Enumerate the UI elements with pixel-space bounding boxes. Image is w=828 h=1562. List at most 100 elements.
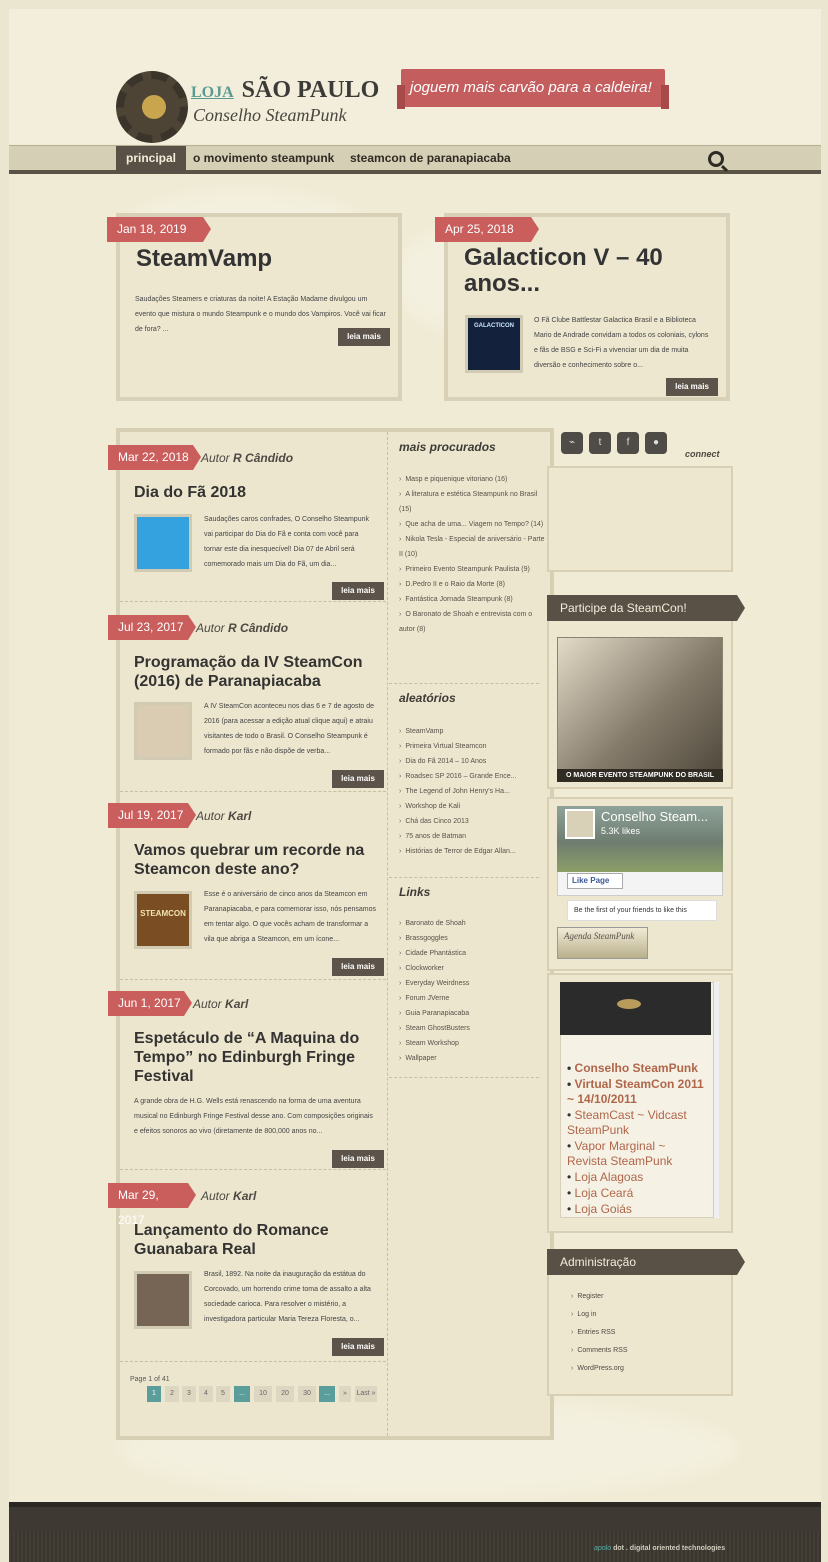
author-name[interactable]: Karl <box>225 997 248 1011</box>
admin-link[interactable]: Comments RSS <box>571 1342 627 1360</box>
facebook-page-name[interactable]: Conselho Steam... <box>601 809 708 824</box>
author-name[interactable]: Karl <box>228 809 251 823</box>
gear-logo-icon[interactable] <box>116 71 188 143</box>
list-item[interactable]: The Legend of John Henry's Ha... <box>399 784 547 799</box>
steamcon-ad-image[interactable] <box>557 637 723 781</box>
list-item[interactable]: Brassgoggles <box>399 931 547 946</box>
search-icon[interactable] <box>708 151 724 167</box>
random-posts-list: SteamVamp Primeira Virtual Steamcon Dia … <box>399 724 547 859</box>
page-ellipsis: ... <box>234 1386 250 1402</box>
embedded-link[interactable]: SteamCast ~ Vidcast SteamPunk <box>567 1108 707 1138</box>
page-last-link[interactable]: Last » <box>355 1386 377 1402</box>
flickr-icon[interactable]: ● <box>645 432 667 454</box>
twitter-icon[interactable]: t <box>589 432 611 454</box>
list-item[interactable]: Cidade Phantástica <box>399 946 547 961</box>
feature-title[interactable]: Galacticon V – 40 anos... <box>464 245 714 297</box>
post-thumbnail[interactable]: STEAMCON <box>134 891 192 949</box>
feature-date: Jan 18, 2019 <box>107 217 211 242</box>
post-title[interactable]: Vamos quebrar um recorde na Steamcon des… <box>134 841 374 879</box>
author-prefix: Autor <box>201 1189 230 1203</box>
page-link-4[interactable]: 4 <box>199 1386 213 1402</box>
page-link-20[interactable]: 20 <box>276 1386 294 1402</box>
read-more-button[interactable]: leia mais <box>338 328 390 346</box>
read-more-button[interactable]: leia mais <box>332 1150 384 1168</box>
nav-item-principal[interactable]: principal <box>116 146 187 171</box>
main-navigation: principal o movimento steampunk steamcon… <box>9 145 821 174</box>
feature-thumbnail[interactable]: GALACTICON <box>465 315 523 373</box>
nav-item-steamcon-paranapiacaba[interactable]: steamcon de paranapiacaba <box>350 146 511 171</box>
page-link-30[interactable]: 30 <box>298 1386 316 1402</box>
rss-icon[interactable]: ⌁ <box>561 432 583 454</box>
embedded-scrollbar[interactable] <box>713 982 719 1218</box>
post-title[interactable]: Dia do Fã 2018 <box>134 483 374 502</box>
list-item[interactable]: Clockworker <box>399 961 547 976</box>
list-item[interactable]: Baronato de Shoah <box>399 916 547 931</box>
post-thumbnail[interactable] <box>134 514 192 572</box>
read-more-button[interactable]: leia mais <box>332 770 384 788</box>
list-item[interactable]: Chá das Cinco 2013 <box>399 814 547 829</box>
admin-link[interactable]: Register <box>571 1288 628 1306</box>
footer-brand[interactable]: apolo <box>594 1545 611 1552</box>
post-title[interactable]: Espetáculo de “A Maquina do Tempo” no Ed… <box>134 1029 379 1086</box>
feature-title[interactable]: SteamVamp <box>136 245 272 273</box>
list-item[interactable]: Primeira Virtual Steamcon <box>399 739 547 754</box>
read-more-button[interactable]: leia mais <box>332 958 384 976</box>
embedded-link[interactable]: Conselho SteamPunk <box>567 1061 707 1076</box>
list-item[interactable]: Fantástica Jornada Steampunk (8) <box>399 592 547 607</box>
list-item[interactable]: Histórias de Terror de Edgar Allan... <box>399 844 547 859</box>
steamcon-ad-footer: O MAIOR EVENTO STEAMPUNK DO BRASIL <box>557 769 723 782</box>
author-name[interactable]: Karl <box>233 1189 256 1203</box>
like-page-button[interactable]: Like Page <box>567 873 623 889</box>
post-excerpt: Brasil, 1892. Na noite da inauguração da… <box>204 1271 371 1323</box>
list-item[interactable]: Workshop de Kali <box>399 799 547 814</box>
list-item[interactable]: Steam Workshop <box>399 1036 547 1051</box>
site-logo[interactable]: LOJA SÃO PAULO <box>191 77 379 104</box>
list-item[interactable]: Everyday Weirdness <box>399 976 547 991</box>
embedded-link[interactable]: Virtual SteamCon 2011 ~ 14/10/2011 <box>567 1077 707 1107</box>
list-item[interactable]: Dia do Fã 2014 – 10 Anos <box>399 754 547 769</box>
list-item[interactable]: Masp e piquenique vitoriano (16) <box>399 472 547 487</box>
embedded-link[interactable]: Loja Goiás <box>567 1202 707 1217</box>
facebook-avatar[interactable] <box>565 809 595 839</box>
list-item[interactable]: Forum JVerne <box>399 991 547 1006</box>
list-item[interactable]: 75 anos de Batman <box>399 829 547 844</box>
read-more-button[interactable]: leia mais <box>666 378 718 396</box>
nav-item-movimento-steampunk[interactable]: o movimento steampunk <box>193 146 334 171</box>
list-item[interactable]: D.Pedro II e o Raio da Morte (8) <box>399 577 547 592</box>
author-name[interactable]: R Cândido <box>228 621 288 635</box>
featured-post: Apr 25, 2018 Galacticon V – 40 anos... G… <box>435 213 730 401</box>
page-link-5[interactable]: 5 <box>216 1386 230 1402</box>
embedded-link[interactable]: Loja Ceará <box>567 1186 707 1201</box>
author-name[interactable]: R Cândido <box>233 451 293 465</box>
page-next-link[interactable]: » <box>339 1386 351 1402</box>
list-item[interactable]: O Baronato de Shoah e entrevista com o a… <box>399 607 547 637</box>
page-link-3[interactable]: 3 <box>182 1386 196 1402</box>
list-item[interactable]: Roadsec SP 2016 – Grande Ence... <box>399 769 547 784</box>
page-link-10[interactable]: 10 <box>254 1386 272 1402</box>
list-item[interactable]: Guia Paranapiacaba <box>399 1006 547 1021</box>
list-item[interactable]: Wallpaper <box>399 1051 547 1066</box>
list-item[interactable]: Nikola Tesla - Especial de aniversário -… <box>399 532 547 562</box>
list-item[interactable]: Primeiro Evento Steampunk Paulista (9) <box>399 562 547 577</box>
embedded-link[interactable]: Vapor Marginal ~ Revista SteamPunk <box>567 1139 707 1169</box>
post-title[interactable]: Programação da IV SteamCon (2016) de Par… <box>134 653 384 691</box>
list-item[interactable]: SteamVamp <box>399 724 547 739</box>
admin-link[interactable]: Log in <box>571 1306 628 1324</box>
post-thumbnail[interactable] <box>134 702 192 760</box>
post-divider <box>120 1169 386 1170</box>
page-link-1[interactable]: 1 <box>147 1386 161 1402</box>
embedded-link[interactable]: Loja Alagoas <box>567 1170 707 1185</box>
agenda-steampunk-badge[interactable]: Agenda SteamPunk <box>557 927 648 959</box>
facebook-icon[interactable]: f <box>617 432 639 454</box>
post-thumbnail[interactable] <box>134 1271 192 1329</box>
post-excerpt: Saudações caros confrades, O Conselho St… <box>204 516 369 568</box>
admin-link[interactable]: WordPress.org <box>571 1360 628 1378</box>
read-more-button[interactable]: leia mais <box>332 1338 384 1356</box>
page-link-2[interactable]: 2 <box>165 1386 179 1402</box>
list-item[interactable]: Que acha de uma... Viagem no Tempo? (14) <box>399 517 547 532</box>
admin-link[interactable]: Entries RSS <box>571 1324 628 1342</box>
read-more-button[interactable]: leia mais <box>332 582 384 600</box>
list-item[interactable]: A literatura e estética Steampunk no Bra… <box>399 487 547 517</box>
list-item[interactable]: Steam GhostBusters <box>399 1021 547 1036</box>
post-title[interactable]: Lançamento do Romance Guanabara Real <box>134 1221 374 1259</box>
